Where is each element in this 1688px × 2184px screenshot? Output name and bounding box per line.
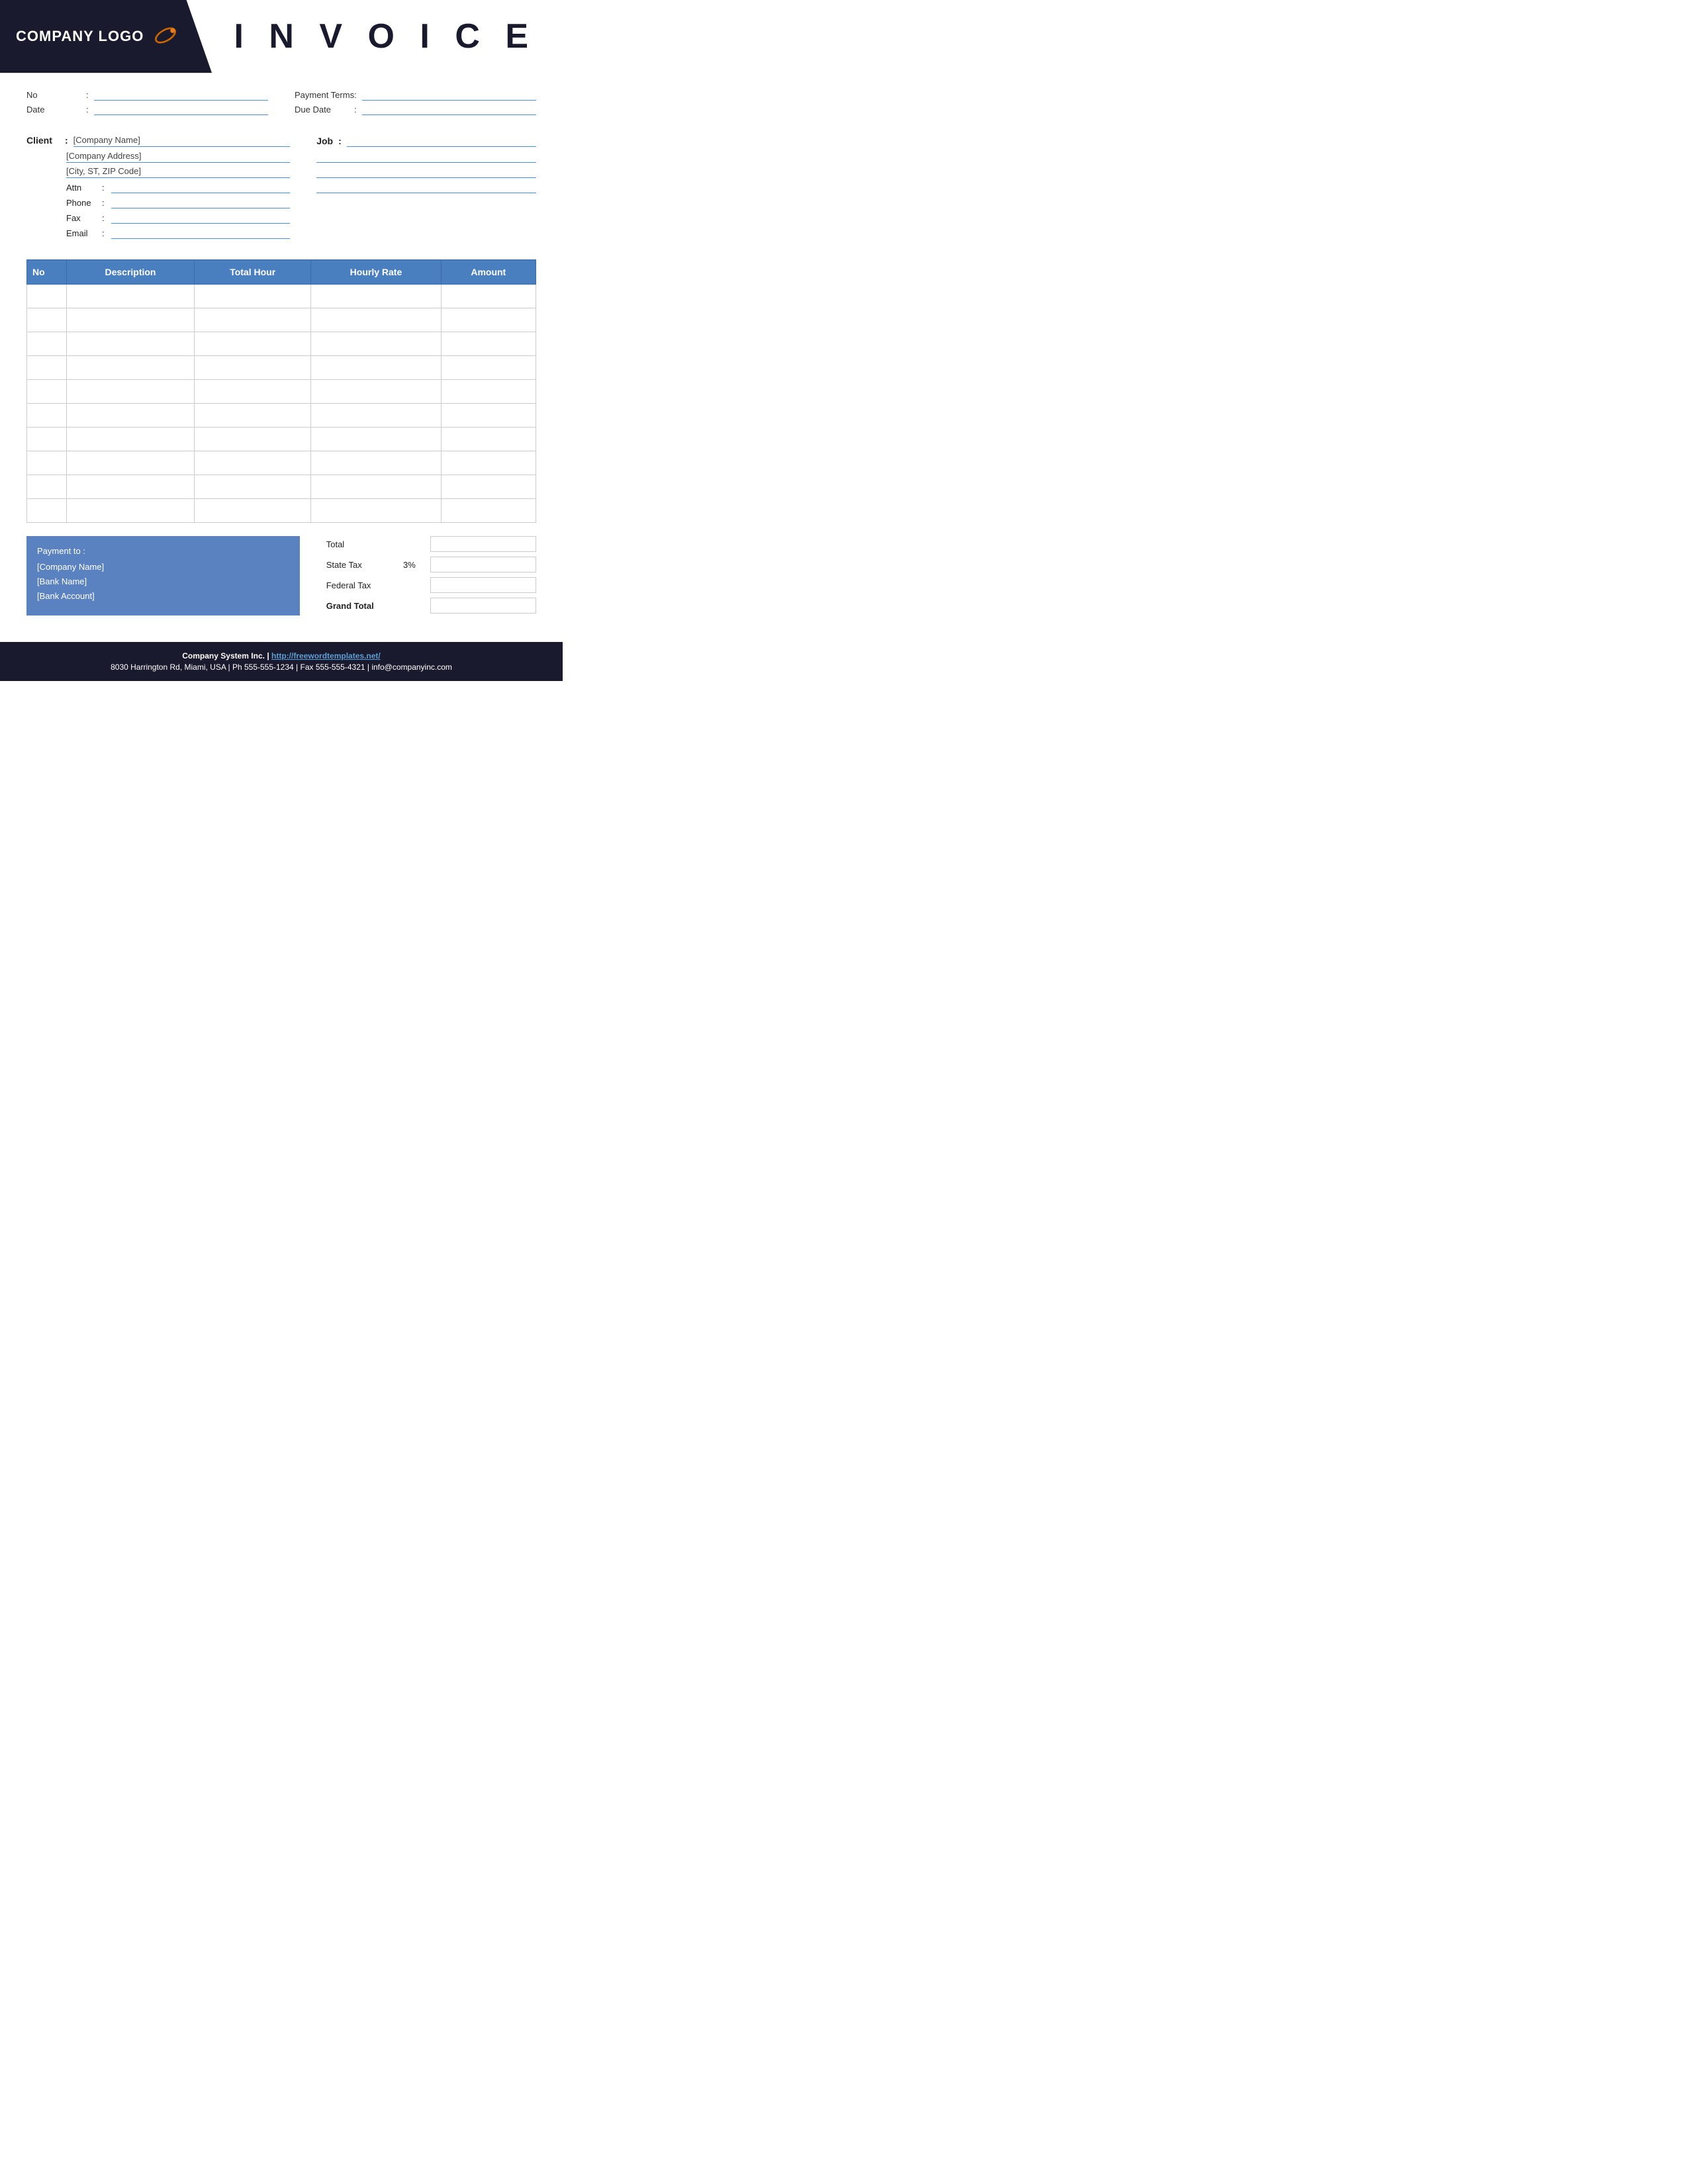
no-label: No: [26, 90, 86, 100]
federal-tax-value-box[interactable]: [430, 577, 536, 593]
payment-box: Payment to : [Company Name] [Bank Name] …: [26, 536, 300, 615]
client-fax-label: Fax: [66, 213, 99, 223]
meta-row-1: No : Payment Terms :: [26, 89, 536, 101]
job-row-3: [316, 166, 536, 178]
col-total-hour: Total Hour: [194, 260, 310, 285]
footer-address: 8030 Harrington Rd, Miami, USA | Ph 555-…: [13, 662, 549, 672]
client-email-line[interactable]: [111, 227, 291, 239]
totals-block: Total State Tax 3% Federal Tax Grand Tot…: [326, 536, 536, 615]
total-label: Total: [326, 539, 393, 549]
client-title-row: Client : [Company Name]: [26, 135, 290, 147]
client-city: [City, ST, ZIP Code]: [66, 166, 141, 176]
col-description: Description: [67, 260, 195, 285]
footer-website-link[interactable]: http://freewordtemplates.net/: [271, 651, 381, 660]
table-row: [27, 475, 536, 499]
payment-terms-label: Payment Terms: [295, 90, 354, 100]
client-email-row: Email :: [66, 227, 290, 239]
table-row: [27, 380, 536, 404]
table-row: [27, 356, 536, 380]
col-amount: Amount: [441, 260, 536, 285]
table-row: [27, 451, 536, 475]
due-date-value-line[interactable]: [362, 103, 536, 115]
client-address-row: [Company Address]: [66, 151, 290, 163]
client-city-line[interactable]: [City, ST, ZIP Code]: [66, 166, 290, 178]
client-block: Client : [Company Name] [Company Address…: [26, 135, 290, 242]
invoice-table: No Description Total Hour Hourly Rate Am…: [26, 259, 536, 523]
client-company-name: [Company Name]: [73, 135, 140, 145]
col-no: No: [27, 260, 67, 285]
no-value-line[interactable]: [94, 89, 268, 101]
footer-company-name: Company System Inc.: [182, 651, 265, 660]
logo-orbit-icon: [154, 24, 177, 50]
payment-terms-value-line[interactable]: [362, 89, 536, 101]
due-date-label: Due Date: [295, 105, 354, 114]
job-row-4: [316, 181, 536, 193]
table-section: No Description Total Hour Hourly Rate Am…: [0, 249, 563, 529]
state-tax-value-box[interactable]: [430, 557, 536, 572]
due-date-field: Due Date :: [295, 103, 536, 115]
payment-bank-name: [Bank Name]: [37, 574, 289, 589]
table-header-row: No Description Total Hour Hourly Rate Am…: [27, 260, 536, 285]
client-phone-label: Phone: [66, 198, 99, 208]
invoice-title-block: I N V O I C E: [212, 0, 563, 73]
table-row: [27, 285, 536, 308]
client-address-line[interactable]: [Company Address]: [66, 151, 290, 163]
client-fax-row: Fax :: [66, 212, 290, 224]
total-row: Total: [326, 536, 536, 552]
job-title-row: Job :: [316, 135, 536, 147]
date-label: Date: [26, 105, 86, 114]
meta-section: No : Payment Terms : Date : Due Date :: [0, 73, 563, 124]
footer-company-line: Company System Inc. | http://freewordtem…: [13, 651, 549, 660]
client-company-name-line[interactable]: [Company Name]: [73, 135, 291, 147]
client-label: Client: [26, 135, 60, 146]
logo-block: COMPANY LOGO: [0, 0, 212, 73]
state-tax-percent: 3%: [403, 560, 416, 570]
table-row: [27, 308, 536, 332]
date-value-line[interactable]: [94, 103, 268, 115]
invoice-title: I N V O I C E: [234, 17, 537, 56]
job-block: Job :: [316, 135, 536, 242]
job-line-4[interactable]: [316, 181, 536, 193]
job-line-1[interactable]: [347, 135, 536, 147]
grand-total-row: Grand Total: [326, 598, 536, 614]
grand-total-value-box[interactable]: [430, 598, 536, 614]
client-phone-row: Phone :: [66, 197, 290, 208]
job-row-2: [316, 151, 536, 163]
client-fields: [Company Address] [City, ST, ZIP Code] A…: [66, 151, 290, 239]
state-tax-row: State Tax 3%: [326, 557, 536, 572]
grand-total-label: Grand Total: [326, 601, 393, 611]
payment-title: Payment to :: [37, 544, 289, 559]
job-label: Job: [316, 136, 333, 146]
client-job-section: Client : [Company Name] [Company Address…: [0, 124, 563, 249]
client-email-label: Email: [66, 228, 99, 238]
job-line-3[interactable]: [316, 166, 536, 178]
federal-tax-label: Federal Tax: [326, 580, 393, 590]
payment-terms-field: Payment Terms :: [295, 89, 536, 101]
meta-row-2: Date : Due Date :: [26, 103, 536, 115]
table-row: [27, 428, 536, 451]
no-field: No :: [26, 89, 268, 101]
table-row: [27, 332, 536, 356]
page-footer: Company System Inc. | http://freewordtem…: [0, 642, 563, 681]
client-phone-line[interactable]: [111, 197, 291, 208]
client-city-row: [City, ST, ZIP Code]: [66, 166, 290, 178]
payment-company-name: [Company Name]: [37, 560, 289, 574]
client-attn-line[interactable]: [111, 181, 291, 193]
federal-tax-row: Federal Tax: [326, 577, 536, 593]
total-value-box[interactable]: [430, 536, 536, 552]
table-row: [27, 404, 536, 428]
state-tax-label: State Tax: [326, 560, 393, 570]
logo-text: COMPANY LOGO: [16, 28, 144, 45]
footer-section: Payment to : [Company Name] [Bank Name] …: [0, 529, 563, 622]
payment-bank-account: [Bank Account]: [37, 589, 289, 604]
client-attn-label: Attn: [66, 183, 99, 193]
client-address: [Company Address]: [66, 151, 141, 161]
col-hourly-rate: Hourly Rate: [311, 260, 441, 285]
date-field: Date :: [26, 103, 268, 115]
client-attn-row: Attn :: [66, 181, 290, 193]
table-row: [27, 499, 536, 523]
header: COMPANY LOGO I N V O I C E: [0, 0, 563, 73]
client-fax-line[interactable]: [111, 212, 291, 224]
job-line-2[interactable]: [316, 151, 536, 163]
